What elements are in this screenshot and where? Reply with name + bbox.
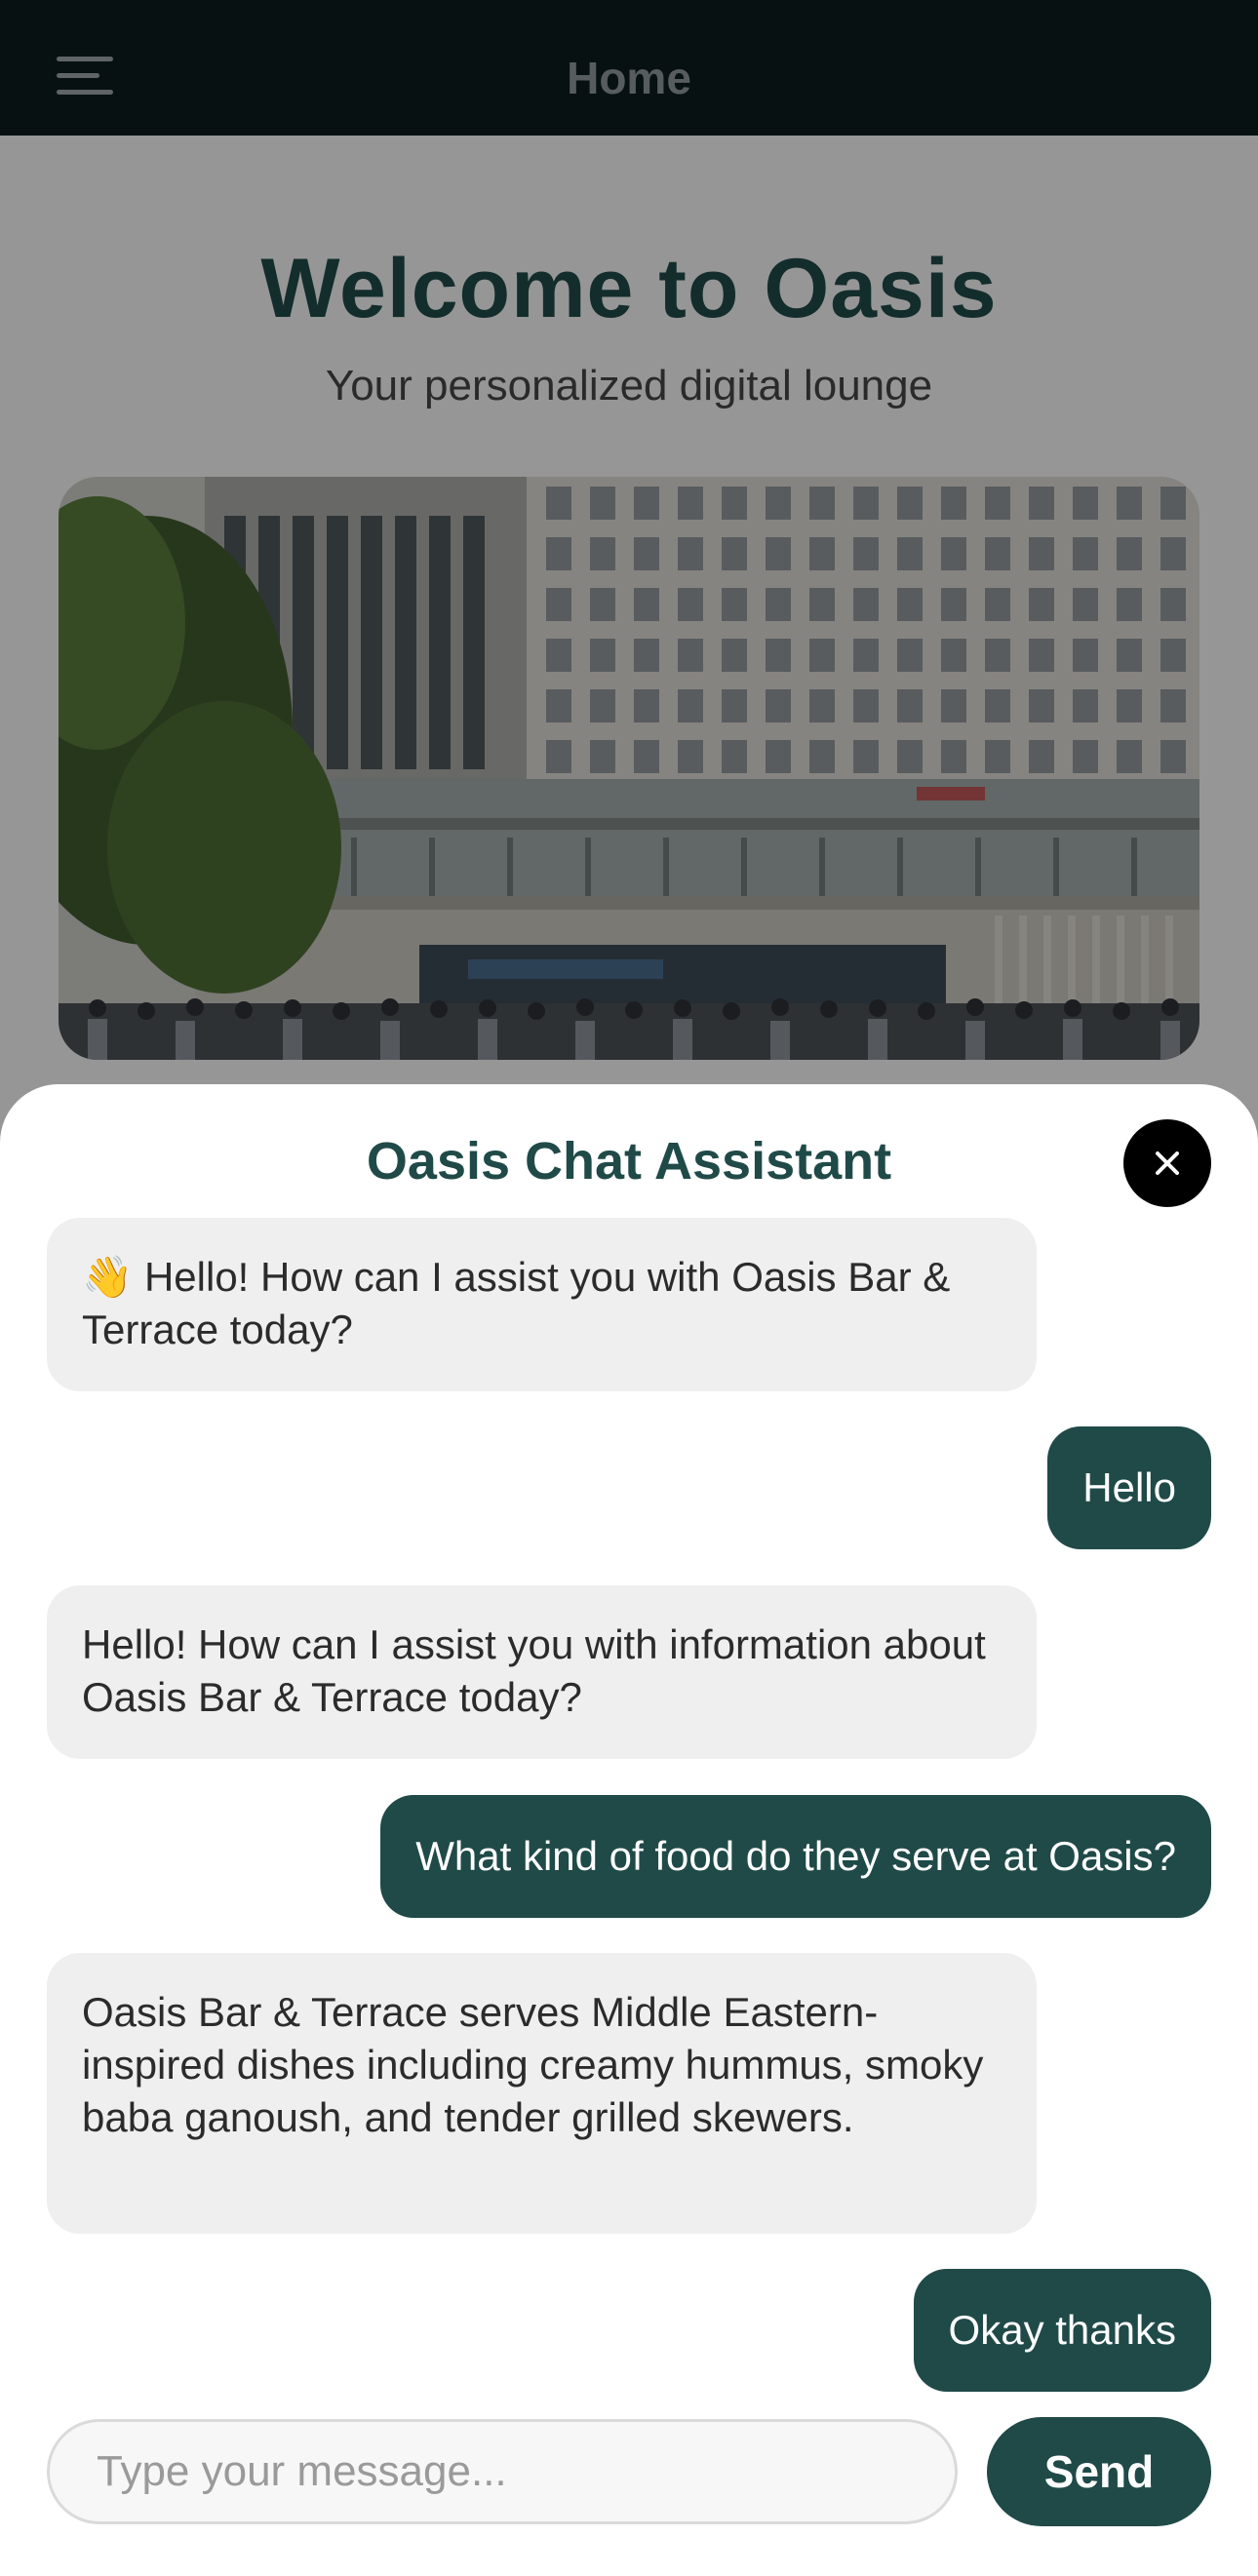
user-message: What kind of food do they serve at Oasis… bbox=[380, 1795, 1211, 1918]
close-icon bbox=[1156, 1151, 1179, 1175]
user-message: Hello bbox=[1047, 1426, 1211, 1549]
assistant-message: Hello! How can I assist you with informa… bbox=[47, 1585, 1037, 1759]
assistant-message-text: Hello! How can I assist you with Oasis B… bbox=[82, 1254, 951, 1352]
user-message-text: Hello bbox=[1082, 1464, 1176, 1510]
user-message-text: Okay thanks bbox=[948, 2307, 1176, 2353]
send-button[interactable]: Send bbox=[987, 2417, 1211, 2526]
message-input[interactable] bbox=[47, 2419, 958, 2524]
close-chat-button[interactable] bbox=[1123, 1119, 1211, 1207]
assistant-message: Oasis Bar & Terrace serves Middle Easter… bbox=[47, 1953, 1037, 2234]
chat-assistant-sheet: Oasis Chat Assistant 👋 Hello! How can I … bbox=[0, 1084, 1258, 2576]
assistant-message-text: Hello! How can I assist you with informa… bbox=[82, 1621, 986, 1720]
chat-title: Oasis Chat Assistant bbox=[366, 1132, 892, 1190]
assistant-message: 👋 Hello! How can I assist you with Oasis… bbox=[47, 1218, 1037, 1391]
user-message: Okay thanks bbox=[913, 2269, 1211, 2392]
waving-hand-icon: 👋 bbox=[82, 1253, 134, 1301]
user-message-text: What kind of food do they serve at Oasis… bbox=[415, 1833, 1176, 1879]
assistant-message-text: Oasis Bar & Terrace serves Middle Easter… bbox=[82, 1989, 984, 2140]
